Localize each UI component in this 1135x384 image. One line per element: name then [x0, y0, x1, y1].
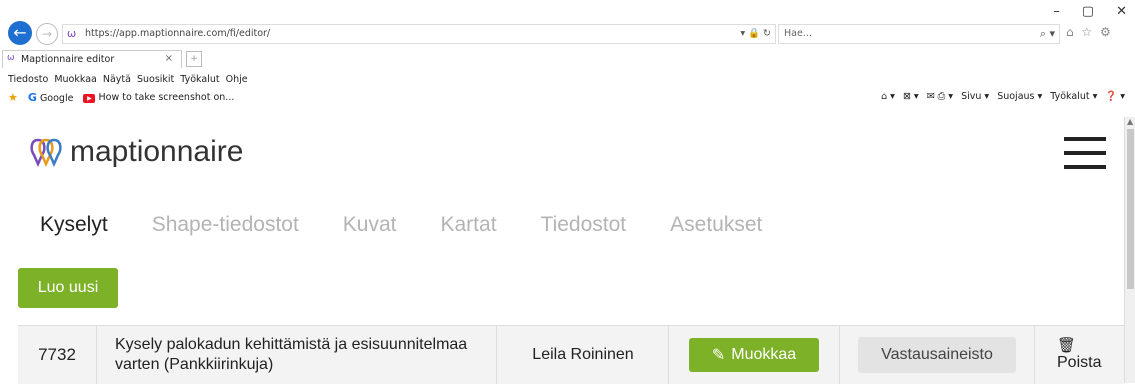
page-menu[interactable]: Sivu ▾: [961, 91, 989, 102]
mail-print-menu[interactable]: ✉ ⎙ ▾: [927, 91, 953, 102]
forward-button[interactable]: →: [36, 23, 58, 45]
google-icon: G: [27, 91, 37, 104]
tools-menu[interactable]: Työkalut ▾: [1050, 91, 1097, 102]
toolbar-icons[interactable]: ⌂ ☆ ⚙: [1066, 25, 1113, 39]
safety-menu[interactable]: Suojaus ▾: [997, 91, 1042, 102]
nav-tiedostot[interactable]: Tiedostot: [541, 213, 627, 237]
menu-item-tiedosto[interactable]: Tiedosto: [8, 74, 48, 85]
tab-title[interactable]: Maptionnaire editor: [21, 54, 114, 65]
nav-kuvat[interactable]: Kuvat: [343, 213, 397, 237]
favorite-screenshot[interactable]: ▶ How to take screenshot on...: [83, 92, 234, 103]
favorites-star-icon[interactable]: ★: [8, 91, 18, 104]
window-controls: – ▢ ✕: [1053, 4, 1127, 19]
home-menu[interactable]: ⌂ ▾: [881, 91, 895, 102]
edit-icon: ✎: [711, 347, 726, 364]
favorite-google[interactable]: G Google: [28, 91, 74, 104]
address-url[interactable]: https://app.maptionnaire.com/fi/editor/: [85, 28, 270, 39]
help-menu[interactable]: ❓ ▾: [1105, 91, 1125, 102]
search-icon[interactable]: ⌕ ▾: [1040, 27, 1055, 41]
new-tab-button[interactable]: +: [186, 51, 202, 67]
trash-icon: 🗑: [1057, 337, 1077, 354]
browser-chrome: – ▢ ✕ ← → ω https://app.maptionnaire.com…: [0, 0, 1135, 117]
minimize-button[interactable]: –: [1053, 4, 1060, 19]
responses-button[interactable]: Vastausaineisto: [858, 337, 1016, 373]
page-scrollbar[interactable]: ▲: [1124, 117, 1135, 383]
survey-title: Kysely palokadun kehittämistä ja esisuun…: [97, 326, 497, 384]
address-bar[interactable]: ω https://app.maptionnaire.com/fi/editor…: [62, 24, 776, 44]
feeds-menu[interactable]: ⊠ ▾: [903, 91, 919, 102]
search-placeholder[interactable]: Hae...: [784, 28, 812, 39]
app-page: maptionnaire Kyselyt Shape-tiedostot Kuv…: [0, 117, 1124, 384]
youtube-icon: ▶: [83, 94, 96, 103]
hamburger-menu-icon[interactable]: [1064, 137, 1106, 169]
nav-kartat[interactable]: Kartat: [441, 213, 497, 237]
responses-cell: Vastausaineisto: [840, 326, 1035, 384]
menu-bar: Tiedosto Muokkaa Näytä Suosikit Työkalut…: [8, 74, 248, 85]
edit-button-label: Muokkaa: [731, 346, 797, 363]
nav-asetukset[interactable]: Asetukset: [670, 213, 762, 237]
main-nav: Kyselyt Shape-tiedostot Kuvat Kartat Tie…: [40, 213, 762, 237]
logo-icon: [30, 138, 62, 167]
scroll-up-icon[interactable]: ▲: [1127, 117, 1133, 126]
edit-cell: ✎ Muokkaa: [669, 326, 840, 384]
browser-tab[interactable]: ω Maptionnaire editor ×: [2, 50, 182, 68]
edit-button[interactable]: ✎ Muokkaa: [689, 338, 819, 372]
address-tools[interactable]: ▾ 🔒 ↻: [740, 28, 771, 39]
scrollbar-thumb[interactable]: [1127, 129, 1134, 289]
menu-item-suosikit[interactable]: Suosikit: [137, 74, 174, 85]
favorite-google-label: Google: [39, 93, 74, 104]
delete-label: Poista: [1057, 354, 1102, 371]
close-window-button[interactable]: ✕: [1116, 4, 1127, 19]
maptionnaire-logo[interactable]: maptionnaire: [28, 135, 243, 169]
nav-shape-tiedostot[interactable]: Shape-tiedostot: [152, 213, 299, 237]
tab-close-icon[interactable]: ×: [165, 53, 173, 64]
menu-item-nayta[interactable]: Näytä: [103, 74, 131, 85]
back-button[interactable]: ←: [8, 21, 32, 45]
favorites-bar: ★ G Google ▶ How to take screenshot on..…: [8, 91, 234, 104]
maximize-button[interactable]: ▢: [1082, 4, 1094, 19]
menu-item-ohje[interactable]: Ohje: [226, 74, 248, 85]
site-favicon-icon: ω: [67, 27, 77, 40]
menu-item-tyokalut[interactable]: Työkalut: [180, 74, 219, 85]
survey-id: 7732: [18, 326, 97, 384]
command-bar: ⌂ ▾ ⊠ ▾ ✉ ⎙ ▾ Sivu ▾ Suojaus ▾ Työkalut …: [881, 91, 1125, 102]
logo-text: maptionnaire: [70, 135, 244, 168]
nav-kyselyt[interactable]: Kyselyt: [40, 213, 108, 237]
tab-favicon-icon: ω: [7, 53, 15, 63]
delete-button[interactable]: 🗑 Poista: [1035, 326, 1124, 384]
table-row: 7732 Kysely palokadun kehittämistä ja es…: [18, 325, 1124, 384]
browser-search-box[interactable]: Hae... ⌕ ▾: [778, 24, 1060, 44]
menu-item-muokkaa[interactable]: Muokkaa: [54, 74, 97, 85]
create-new-button[interactable]: Luo uusi: [18, 268, 118, 308]
survey-owner: Leila Roininen: [498, 326, 669, 384]
favorite-screenshot-label: How to take screenshot on...: [98, 92, 235, 103]
